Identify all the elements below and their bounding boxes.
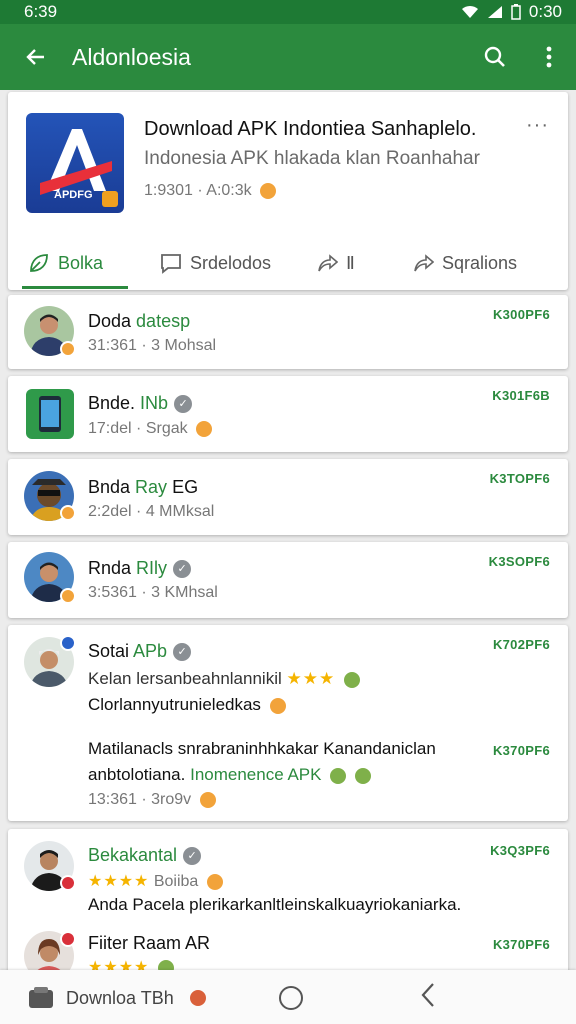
emoji-icon: [354, 767, 371, 784]
review-author: Doda datesp: [88, 311, 191, 331]
review-author: Bnda Ray EG: [88, 477, 199, 497]
review-text: Clorlannyutrunieledkas: [88, 695, 286, 715]
more-vert-icon: [546, 46, 552, 68]
review-meta: 31:361 · 3 Mohsal: [88, 337, 217, 354]
search-button[interactable]: [468, 24, 522, 90]
review-author: Rnda RIly ✓: [88, 558, 192, 579]
emoji-icon: [196, 420, 213, 437]
verified-badge-icon: ✓: [173, 560, 192, 579]
navigation-bar: Downloa TBh: [0, 970, 576, 1024]
download-shortcut[interactable]: Downloa TBh: [28, 986, 206, 1010]
status-right-time: 0:30: [528, 2, 562, 21]
verified-badge-icon: ✓: [183, 847, 202, 866]
app-header-card: APDFG Download APK Indontiea Sanhaplelo.…: [8, 92, 568, 436]
review-author: Sotai APb ✓: [88, 641, 192, 662]
tab-label: Bolka: [58, 252, 104, 273]
review-meta: 13:361 · 3ro9v: [88, 791, 216, 809]
list-item[interactable]: Rnda RIly ✓ 3:5361 · 3 KMhsal K3SOPF6: [8, 542, 568, 618]
review-text: Matilanacls snrabraninhhkakar Kanandanic…: [88, 739, 436, 758]
verified-badge-icon: ✓: [173, 643, 192, 662]
list-item[interactable]: Doda datesp 31:361 · 3 Mohsal K300PF6: [8, 295, 568, 369]
page-title: Aldonloesia: [72, 43, 191, 70]
wifi-icon: [461, 5, 478, 18]
emoji-icon: [189, 990, 206, 1006]
arrow-left-icon: [26, 49, 44, 65]
emoji-icon: [330, 767, 347, 784]
price-tag: K702PF6: [492, 637, 550, 652]
battery-icon: [511, 4, 521, 20]
review-author: Bnde. INb ✓: [88, 393, 193, 414]
tab-srdelodos[interactable]: Srdelodos: [160, 238, 271, 288]
review-author: Bekakantal ✓: [88, 845, 202, 866]
share-icon: [414, 254, 434, 272]
header-more-button[interactable]: ···: [526, 114, 549, 137]
price-tag: K301F6B: [492, 388, 550, 403]
list-item[interactable]: Sotai APb ✓ Kelan lersanbeahnlannikil ★★★…: [8, 625, 568, 821]
download-label: Downloa TBh: [66, 987, 174, 1008]
avatar-badge: [60, 931, 76, 947]
tab-label: Sqralions: [442, 252, 518, 273]
app-meta: 1:9301 · A:0:3k: [144, 182, 277, 200]
nav-back-button[interactable]: [420, 982, 436, 1015]
price-tag: K370PF6: [492, 743, 550, 758]
status-bar: 6:39 0:30: [0, 0, 576, 24]
app-icon-label: APDFG: [54, 189, 93, 201]
tab-bolka[interactable]: Bolka: [28, 238, 103, 288]
avatar-badge: [60, 341, 76, 357]
review-text: Kelan lersanbeahnlannikil ★★★: [88, 669, 360, 689]
tab-sqralions[interactable]: Sqralions: [412, 238, 517, 288]
avatar-badge: [60, 875, 76, 891]
review-text: Anda Pacela plerikarkanltleinskalkuayrio…: [88, 895, 462, 914]
share-icon: [318, 254, 338, 272]
emoji-icon: [199, 791, 216, 808]
app-title: Download APK Indontiea Sanhaplelo.: [144, 118, 477, 140]
review-author: Fiiter Raam AR: [88, 933, 211, 953]
star-rating: ★★★★: [88, 873, 150, 890]
review-rating: ★★★★ Boiiba: [88, 871, 223, 891]
emoji-icon: [260, 182, 277, 199]
emoji-icon: [206, 873, 223, 890]
download-app-icon: [29, 987, 53, 1008]
leaf-icon: [30, 254, 48, 272]
price-tag: K3SOPF6: [488, 554, 550, 569]
tab-ii[interactable]: Ⅱ: [316, 238, 355, 288]
app-bar: Aldonloesia: [0, 24, 576, 90]
back-button[interactable]: [0, 24, 72, 90]
list-item[interactable]: Bekakantal ✓ ★★★★ Boiiba Anda Pacela pler…: [8, 829, 568, 981]
chevron-left-icon: [421, 983, 434, 1007]
review-text: anbtolotiana. Inomenence APK: [88, 765, 371, 785]
price-tag: K370PF6: [492, 937, 550, 952]
search-icon: [484, 46, 505, 67]
phone-app-icon: [26, 389, 74, 439]
emoji-icon: [269, 697, 286, 714]
active-tab-indicator: [22, 286, 128, 289]
star-rating: ★★★: [286, 669, 336, 688]
app-icon[interactable]: APDFG: [26, 113, 124, 213]
review-meta: 17:del · Srgak: [88, 420, 213, 438]
avatar-badge: [60, 588, 76, 604]
emoji-icon: [343, 671, 360, 688]
price-tag: K3TOPF6: [489, 471, 550, 486]
more-options-button[interactable]: [522, 24, 576, 90]
app-subtitle: Indonesia APK hlakada klan Roanhahar: [144, 148, 480, 169]
list-item[interactable]: Bnda Ray EG 2:2del · 4 MMksal K3TOPF6: [8, 459, 568, 535]
review-meta: 2:2del · 4 MMksal: [88, 503, 215, 520]
tab-label: Srdelodos: [190, 252, 272, 273]
review-meta: 3:5361 · 3 KMhsal: [88, 584, 218, 601]
home-button[interactable]: [279, 986, 303, 1010]
list-item[interactable]: Bnde. INb ✓ 17:del · Srgak K301F6B: [8, 376, 568, 452]
verified-badge-icon: ✓: [174, 395, 193, 414]
price-tag: K3Q3PF6: [490, 843, 550, 858]
signal-icon: [487, 6, 502, 18]
app-icon-badge: [102, 191, 118, 207]
avatar-badge: [60, 635, 76, 651]
status-time: 6:39: [24, 2, 58, 21]
price-tag: K300PF6: [492, 307, 550, 322]
chat-icon: [161, 254, 181, 274]
avatar-badge: [60, 505, 76, 521]
tab-label: Ⅱ: [346, 252, 355, 273]
tab-bar: Bolka Srdelodos Ⅱ Sqralions: [8, 238, 568, 436]
